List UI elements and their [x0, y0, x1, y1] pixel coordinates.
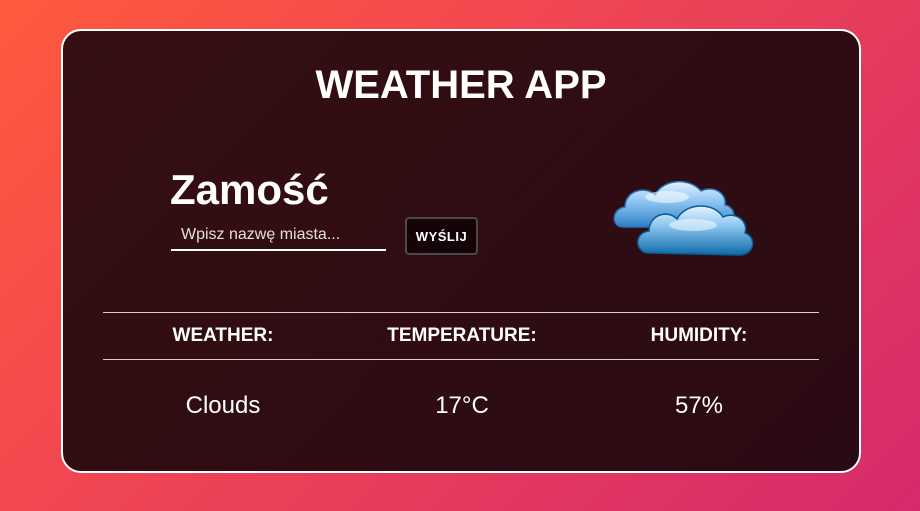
weather-label: WEATHER: — [172, 325, 274, 346]
temperature-value: 17°C — [435, 392, 489, 419]
send-button[interactable]: WYŚLIJ — [405, 217, 478, 255]
humidity-value: 57% — [674, 392, 724, 419]
app-title: WEATHER APP — [315, 63, 607, 107]
city-name: Zamość — [170, 166, 329, 213]
divider-bottom — [103, 359, 819, 360]
temperature-label: TEMPERATURE: — [387, 325, 537, 346]
weather-card: WEATHER APP Zamość WYŚLIJ — [61, 29, 861, 473]
divider-top — [103, 312, 819, 313]
city-search-input[interactable] — [171, 221, 386, 251]
humidity-label: HUMIDITY: — [650, 325, 748, 346]
weather-value: Clouds — [185, 392, 261, 419]
clouds-icon — [609, 171, 755, 263]
